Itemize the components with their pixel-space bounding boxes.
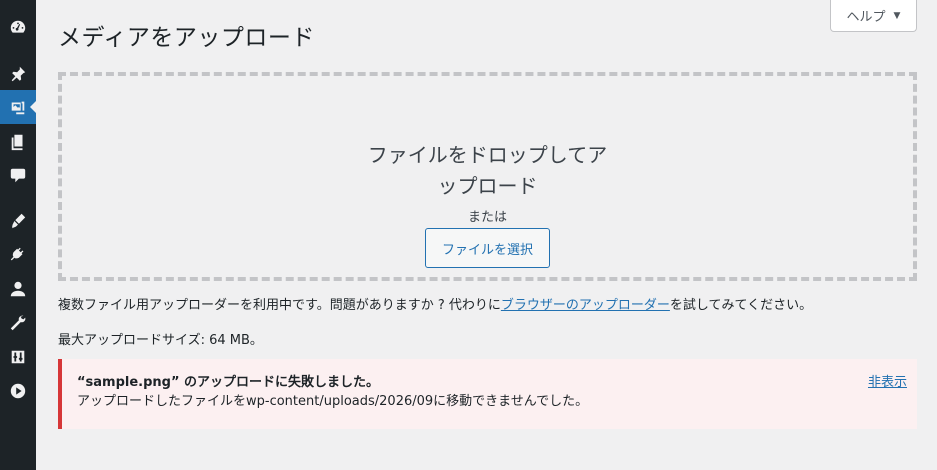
pushpin-icon[interactable] — [0, 57, 36, 91]
page-title: メディアをアップロード — [58, 25, 315, 51]
caret-down-icon: ▼ — [893, 10, 901, 21]
dismiss-link[interactable]: 非表示 — [868, 371, 907, 390]
uploader-note-prefix: 複数ファイル用アップローダーを利用中です。問題がありますか ? 代わりに — [58, 298, 501, 313]
tools-icon[interactable] — [0, 306, 36, 340]
truncated-content — [58, 462, 917, 470]
dashboard-icon[interactable] — [0, 10, 36, 44]
drop-text-line2: ップロード — [437, 174, 538, 198]
max-upload-size: 最大アップロードサイズ: 64 MB。 — [58, 333, 263, 348]
media-icon[interactable] — [0, 90, 36, 124]
browser-uploader-link[interactable]: ブラウザーのアップローダー — [501, 298, 670, 313]
help-button[interactable]: ヘルプ ▼ — [830, 0, 917, 32]
comments-icon[interactable] — [0, 158, 36, 192]
plugins-icon[interactable] — [0, 238, 36, 272]
drop-area[interactable]: ファイルをドロップしてア ップロード または ファイルを選択 — [58, 72, 917, 281]
users-icon[interactable] — [0, 272, 36, 306]
uploader-note: 複数ファイル用アップローダーを利用中です。問題がありますか ? 代わりにブラウザ… — [58, 294, 812, 313]
error-message: アップロードしたファイルをwp-content/uploads/2026/09に… — [77, 394, 589, 409]
appearance-icon[interactable] — [0, 204, 36, 238]
or-text: または — [467, 210, 507, 225]
help-label: ヘルプ — [846, 10, 886, 25]
drop-text-line1: ファイルをドロップしてア — [367, 143, 608, 167]
play-icon[interactable] — [0, 374, 36, 408]
pages-icon[interactable] — [0, 125, 36, 159]
error-title: “sample.png” のアップロードに失敗しました。 — [77, 375, 380, 390]
admin-sidebar — [0, 0, 36, 470]
error-notice: “sample.png” のアップロードに失敗しました。 アップロードしたファイ… — [58, 359, 917, 429]
select-files-button[interactable]: ファイルを選択 — [425, 228, 550, 268]
drop-instructions: ファイルをドロップしてア ップロード — [62, 140, 913, 202]
settings-icon[interactable] — [0, 340, 36, 374]
uploader-note-suffix: を試してみてください。 — [669, 298, 813, 313]
